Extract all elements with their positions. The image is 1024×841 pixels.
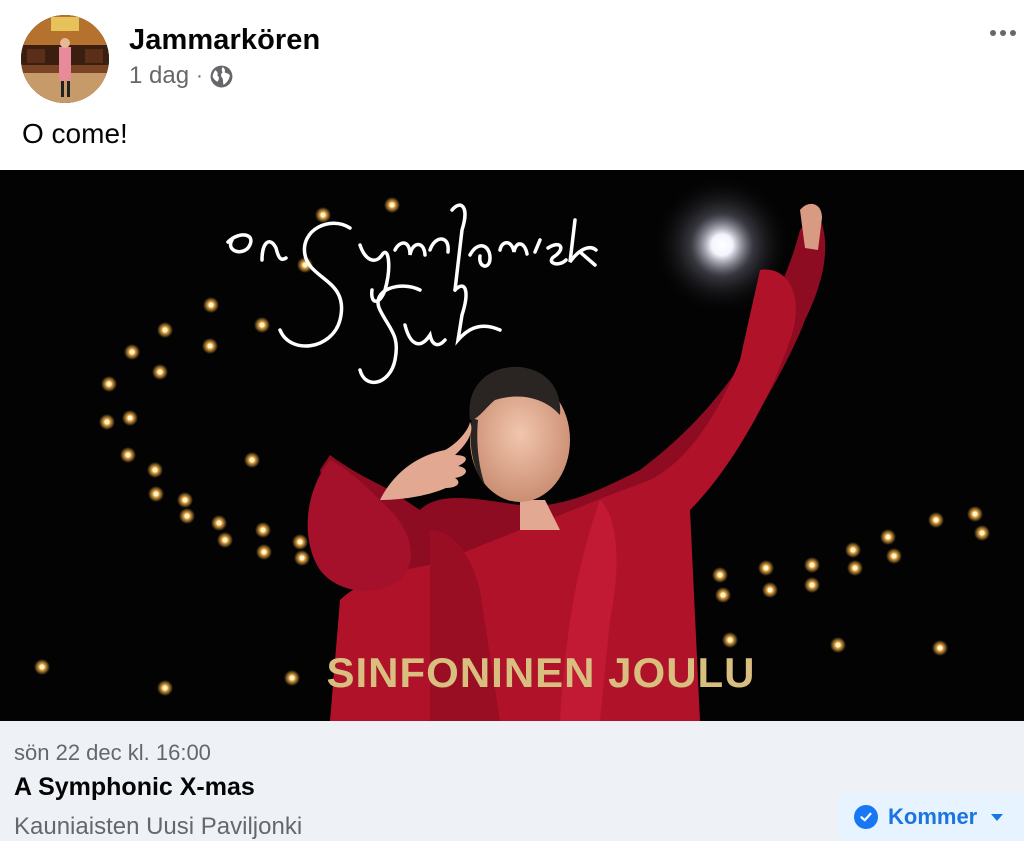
rsvp-label: Kommer — [888, 804, 978, 829]
caret-down-icon[interactable] — [991, 813, 1004, 821]
event-cover-image[interactable]: SINFONINEN JOULU — [0, 170, 1024, 721]
rsvp-going-button[interactable]: Kommer — [838, 793, 1024, 841]
page-name[interactable]: Jammarkören — [129, 24, 320, 57]
banner-text: SINFONINEN JOULU — [326, 649, 755, 696]
post-text: O come! — [22, 118, 128, 149]
event-date: sön 22 dec kl. 16:00 — [14, 740, 211, 765]
dot-3 — [1010, 30, 1016, 36]
meta-separator: · — [196, 64, 203, 87]
globe-icon[interactable] — [209, 64, 234, 89]
post-meta: 1 dag · — [129, 61, 234, 91]
post-time[interactable]: 1 dag — [129, 62, 189, 90]
dot-1 — [990, 30, 996, 36]
event-title[interactable]: A Symphonic X-mas — [14, 773, 255, 802]
page-avatar[interactable] — [21, 15, 109, 103]
post-header: Jammarkören 1 dag · — [0, 0, 1024, 110]
event-location: Kauniaisten Uusi Paviljonki — [14, 813, 303, 840]
more-dots-icon[interactable] — [985, 20, 1021, 46]
check-circle-icon — [854, 805, 878, 829]
dot-2 — [1000, 30, 1006, 36]
